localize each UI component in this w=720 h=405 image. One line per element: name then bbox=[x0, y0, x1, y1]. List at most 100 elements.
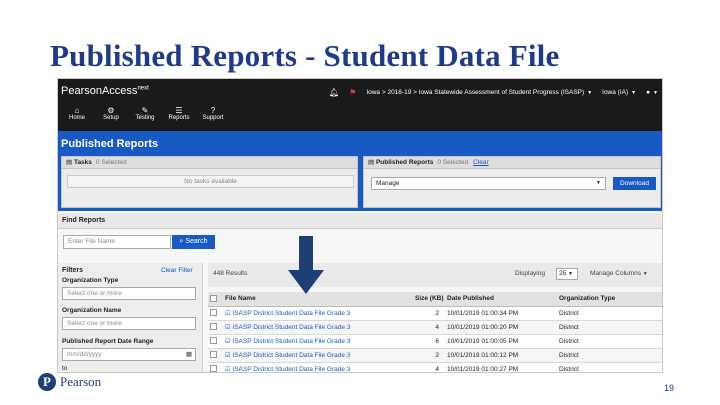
document-icon: ☑ bbox=[225, 352, 231, 359]
pearson-wordmark: Pearson bbox=[60, 374, 102, 389]
nav-home[interactable]: ⌂ Home bbox=[62, 106, 92, 121]
document-icon: ☑ bbox=[225, 310, 231, 317]
search-button[interactable]: ⌕ Search bbox=[172, 235, 215, 249]
flag-icon[interactable]: ⚑ bbox=[349, 88, 356, 97]
col-date-published[interactable]: Date Published bbox=[445, 292, 557, 307]
results-panel: 448 Results Displaying 25 ▼ Manage Colum… bbox=[208, 263, 662, 373]
help-icon: ? bbox=[210, 106, 216, 115]
file-size: 4 bbox=[413, 320, 445, 335]
pencil-icon: ✎ bbox=[141, 106, 149, 115]
row-checkbox[interactable] bbox=[208, 362, 223, 372]
file-name-link[interactable]: ☑ ISASP District Student Data File Grade … bbox=[223, 362, 413, 373]
org-selector[interactable]: Iowa (IA) ▼ bbox=[602, 89, 636, 96]
bell-icon[interactable]: 🔔︎ bbox=[329, 88, 339, 97]
org-type: District bbox=[557, 320, 662, 335]
page-header: Published Reports ▤ Tasks 0 Selected No t… bbox=[58, 131, 662, 211]
date-from-input[interactable]: mm/dd/yyyy ▦ bbox=[62, 348, 196, 361]
date-published: 10/01/2019 01:00:27 PM bbox=[445, 362, 557, 372]
user-menu[interactable]: ● ▼ bbox=[646, 89, 658, 96]
org-type: District bbox=[557, 348, 662, 363]
home-icon: ⌂ bbox=[74, 106, 80, 115]
table-row: ☑ ISASP District Student Data File Grade … bbox=[208, 320, 662, 335]
org-type: District bbox=[557, 334, 662, 349]
row-checkbox[interactable] bbox=[208, 348, 223, 363]
manage-select[interactable]: Manage ▼ bbox=[371, 177, 606, 190]
page-size-select[interactable]: 25 ▼ bbox=[556, 268, 578, 280]
org-name-select[interactable]: Select one or more bbox=[62, 317, 196, 330]
calendar-icon[interactable]: ▦ bbox=[186, 349, 192, 360]
find-reports-heading: Find Reports bbox=[58, 213, 662, 229]
app-screenshot: PearsonAccessnext 🔔︎ ⚑ Iowa > 2018-19 > … bbox=[57, 78, 663, 373]
chevron-down-icon: ▼ bbox=[631, 90, 637, 96]
results-toolbar: 448 Results Displaying 25 ▼ Manage Colum… bbox=[208, 263, 662, 287]
document-icon: ☑ bbox=[225, 324, 231, 331]
nav-testing[interactable]: ✎ Testing bbox=[130, 106, 160, 121]
file-name-link[interactable]: ☑ ISASP District Student Data File Grade … bbox=[223, 320, 413, 335]
file-name-input[interactable]: Enter File Name bbox=[63, 235, 171, 249]
chevron-down-icon: ▼ bbox=[587, 90, 593, 96]
filters-panel: Filters Clear Filter Organization Type S… bbox=[58, 263, 203, 372]
col-org-type[interactable]: Organization Type bbox=[557, 292, 662, 307]
date-published: 10/01/2019 01:00:20 PM bbox=[445, 320, 557, 335]
org-type: District bbox=[557, 362, 662, 372]
chevron-down-icon: ▼ bbox=[596, 180, 601, 186]
col-size[interactable]: Size (KB) bbox=[413, 292, 445, 307]
published-reports-panel: ▤ Published Reports 0 Selected Clear Manag… bbox=[363, 156, 661, 208]
org-name-label: Organization Name bbox=[62, 307, 122, 314]
file-name-link[interactable]: ☑ ISASP District Student Data File Grade … bbox=[223, 306, 413, 321]
date-published: 10/01/2019 01:00:34 PM bbox=[445, 306, 557, 321]
org-type: District bbox=[557, 306, 662, 321]
file-size: 6 bbox=[413, 334, 445, 349]
row-checkbox[interactable] bbox=[208, 320, 223, 335]
date-range-label: Published Report Date Range bbox=[62, 338, 154, 345]
nav-support[interactable]: ? Support bbox=[198, 106, 228, 121]
file-size: 4 bbox=[413, 362, 445, 372]
document-icon: ☑ bbox=[225, 366, 231, 373]
tasks-panel: ▤ Tasks 0 Selected No tasks available bbox=[61, 156, 358, 208]
table-row: ☑ ISASP District Student Data File Grade … bbox=[208, 306, 662, 321]
document-icon: ☑ bbox=[225, 338, 231, 345]
pearson-logo: P Pearson bbox=[38, 373, 101, 391]
table-row: ☑ ISASP District Student Data File Grade … bbox=[208, 362, 662, 373]
file-name-link[interactable]: ☑ ISASP District Student Data File Grade … bbox=[223, 348, 413, 363]
chevron-down-icon: ▼ bbox=[642, 271, 648, 277]
filters-heading: Filters bbox=[62, 267, 84, 274]
manage-columns-menu[interactable]: Manage Columns ▼ bbox=[590, 270, 648, 277]
pearson-mark-icon: P bbox=[38, 373, 56, 391]
breadcrumb[interactable]: Iowa > 2018-19 > Iowa Statewide Assessme… bbox=[366, 89, 592, 96]
nav-reports[interactable]: ☰ Reports bbox=[164, 106, 194, 121]
find-reports-section: Find Reports Enter File Name ⌕ Search Fi… bbox=[58, 211, 662, 373]
file-name-link[interactable]: ☑ ISASP District Student Data File Grade … bbox=[223, 334, 413, 349]
select-all-checkbox[interactable] bbox=[208, 292, 223, 307]
tasks-empty-message: No tasks available bbox=[67, 175, 354, 188]
slide-title: Published Reports - Student Data File bbox=[50, 38, 560, 73]
row-checkbox[interactable] bbox=[208, 334, 223, 349]
top-nav-bar: PearsonAccessnext 🔔︎ ⚑ Iowa > 2018-19 > … bbox=[58, 79, 662, 131]
date-to-label: to bbox=[62, 365, 68, 372]
row-checkbox[interactable] bbox=[208, 306, 223, 321]
page-title: Published Reports bbox=[61, 138, 159, 150]
reports-icon: ▤ bbox=[368, 159, 376, 166]
brand-logo[interactable]: PearsonAccessnext bbox=[61, 85, 149, 97]
gear-icon: ⚙ bbox=[107, 106, 115, 115]
results-table: File Name Size (KB) Date Published Organ… bbox=[208, 292, 662, 373]
page-number: 19 bbox=[664, 383, 675, 393]
down-arrow-icon bbox=[288, 236, 324, 294]
download-button[interactable]: Download bbox=[613, 177, 656, 190]
list-icon: ☰ bbox=[175, 106, 183, 115]
org-type-label: Organization Type bbox=[62, 277, 119, 284]
clear-filter-link[interactable]: Clear Filter bbox=[161, 267, 193, 274]
date-published: 10/01/2019 01:00:12 PM bbox=[445, 348, 557, 363]
user-icon: ● bbox=[646, 89, 651, 96]
clear-link[interactable]: Clear bbox=[473, 159, 489, 166]
org-type-select[interactable]: Select one or more bbox=[62, 287, 196, 300]
table-header-row: File Name Size (KB) Date Published Organ… bbox=[208, 292, 662, 307]
nav-setup[interactable]: ⚙ Setup bbox=[96, 106, 126, 121]
file-size: 2 bbox=[413, 348, 445, 363]
tasks-icon: ▤ bbox=[66, 159, 74, 166]
file-size: 2 bbox=[413, 306, 445, 321]
displaying-label: Displaying bbox=[515, 270, 545, 277]
chevron-down-icon: ▼ bbox=[653, 90, 658, 96]
table-row: ☑ ISASP District Student Data File Grade … bbox=[208, 334, 662, 349]
chevron-down-icon: ▼ bbox=[568, 271, 573, 277]
